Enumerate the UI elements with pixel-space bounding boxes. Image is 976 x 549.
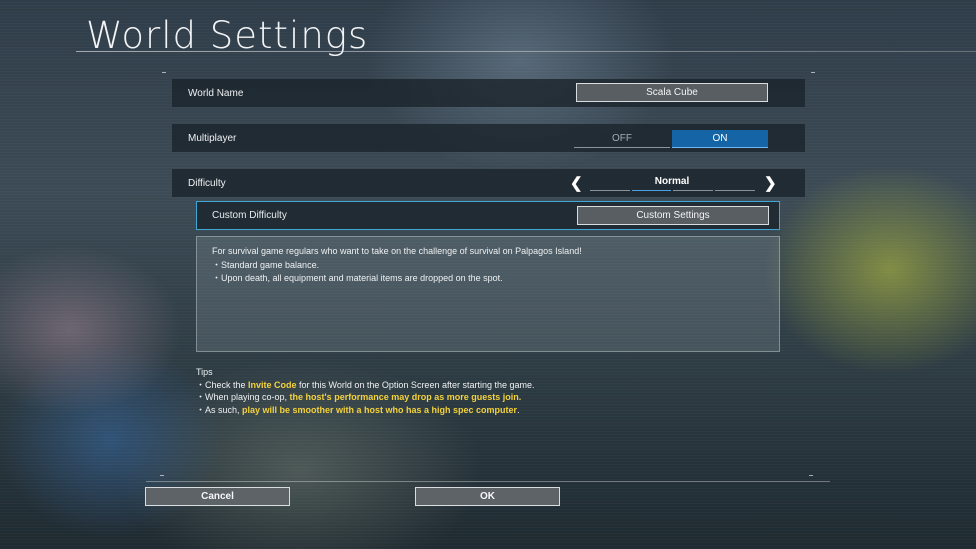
corner-tick <box>162 72 166 73</box>
difficulty-level-segment <box>590 190 630 191</box>
description-bullet: ・Standard game balance. <box>212 259 320 270</box>
difficulty-description: For survival game regulars who want to t… <box>196 236 780 352</box>
custom-difficulty-row: Custom Difficulty Custom Settings <box>196 201 780 230</box>
chevron-left-icon[interactable]: ❮ <box>570 174 583 192</box>
title-divider <box>76 51 976 52</box>
tip-highlight: the host's performance may drop as more … <box>289 392 522 402</box>
tip-text: for this World on the Option Screen afte… <box>296 379 535 390</box>
difficulty-level-segment <box>715 190 755 191</box>
tip-highlight: play will be smoother with a host who ha… <box>242 404 518 415</box>
tip-line: ・As such, play will be smoother with a h… <box>196 404 535 417</box>
multiplayer-on-option[interactable]: ON <box>672 130 768 148</box>
tip-text: ・Check the <box>196 379 249 390</box>
cancel-button[interactable]: Cancel <box>145 487 290 506</box>
corner-tick <box>809 475 813 476</box>
difficulty-value: Normal <box>654 176 690 187</box>
multiplayer-off-option[interactable]: OFF <box>574 130 670 148</box>
world-name-label: World Name <box>188 87 244 99</box>
corner-tick <box>160 475 164 476</box>
description-bullet: ・Upon death, all equipment and material … <box>212 273 503 283</box>
bottom-divider <box>146 481 830 482</box>
tips-section: Tips ・Check the Invite Code for this Wor… <box>196 366 535 416</box>
difficulty-level-segment-active <box>632 190 671 191</box>
multiplayer-row: Multiplayer OFF ON <box>172 124 805 152</box>
multiplayer-label: Multiplayer <box>188 132 237 144</box>
world-name-row: World Name Scala Cube <box>172 79 805 107</box>
tip-text: ・When playing co-op, <box>196 392 290 402</box>
tip-text: ・As such, <box>196 404 243 415</box>
corner-tick <box>811 72 815 73</box>
description-intro: For survival game regulars who want to t… <box>212 246 582 256</box>
custom-settings-button[interactable]: Custom Settings <box>577 206 769 225</box>
world-name-field[interactable]: Scala Cube <box>576 83 768 102</box>
tip-line: ・When playing co-op, the host's performa… <box>196 391 535 404</box>
tip-line: ・Check the Invite Code for this World on… <box>196 379 535 392</box>
custom-difficulty-label: Custom Difficulty <box>212 210 287 221</box>
tip-highlight: Invite Code <box>248 379 297 390</box>
difficulty-label: Difficulty <box>188 177 226 189</box>
difficulty-level-segment <box>673 190 713 191</box>
difficulty-row: Difficulty ❮ Normal ❯ <box>172 169 805 197</box>
tip-text: . <box>517 404 520 415</box>
tips-heading: Tips <box>196 367 213 377</box>
chevron-right-icon[interactable]: ❯ <box>764 174 777 192</box>
ok-button[interactable]: OK <box>415 487 560 506</box>
